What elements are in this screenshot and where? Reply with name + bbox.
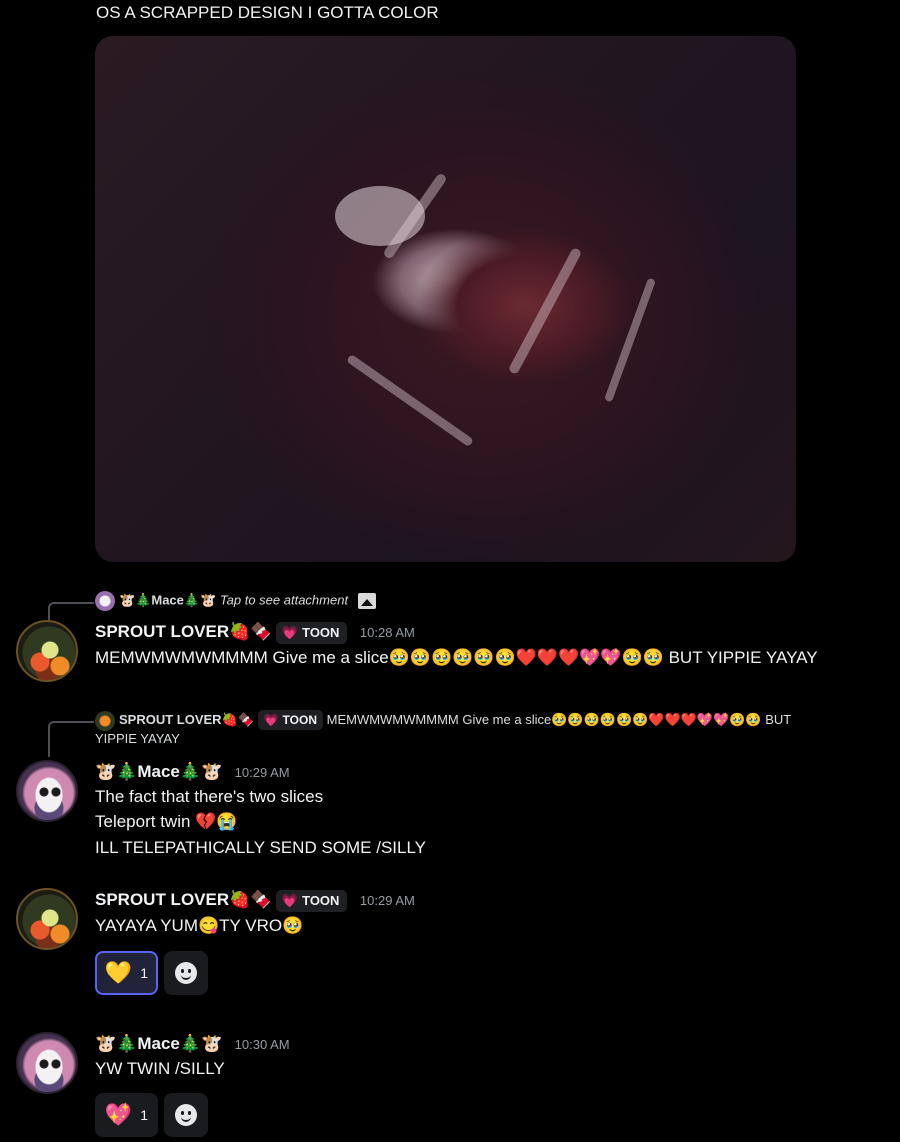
message-text: YAYAYA YUM😋TY VRO🥹 (95, 916, 304, 935)
reply-preview[interactable]: SPROUT LOVER🍓🍫 💗 TOON MEMWMWMWMMMM Give m… (95, 710, 791, 731)
reply-avatar (95, 710, 115, 731)
timestamp: 10:28 AM (359, 625, 415, 640)
reaction-yellow-heart[interactable]: 💛 1 (95, 951, 158, 995)
server-tag[interactable]: 💗 TOON (275, 622, 348, 644)
add-reaction-button[interactable] (164, 951, 208, 995)
reply-author: SPROUT LOVER🍓🍫 (119, 712, 254, 727)
message-line: The fact that there's two slices (95, 787, 324, 806)
timestamp: 10:29 AM (234, 765, 290, 780)
reaction-count: 1 (140, 1107, 149, 1123)
message-line: ILL TELEPATHICALLY SEND SOME /SILLY (95, 838, 427, 857)
reply-text: MEMWMWMWMMMM Give me a slice🥹🥹🥹🥹🥹🥹❤️❤️❤️… (326, 712, 792, 727)
reaction-sparkling-heart[interactable]: 💖 1 (95, 1093, 158, 1137)
reaction-count: 1 (140, 965, 149, 981)
message-text: OS A SCRAPPED DESIGN I GOTTA COLOR (96, 3, 439, 22)
username[interactable]: 🐮🎄Mace🎄🐮 (95, 1034, 222, 1053)
server-tag: 💗 TOON (257, 710, 323, 730)
server-tag[interactable]: 💗 TOON (275, 890, 348, 912)
reply-text-wrap: YIPPIE YAYAY (95, 731, 180, 746)
reply-author: 🐮🎄Mace🎄🐮 (119, 592, 217, 608)
yellow-heart-icon: 💛 (104, 960, 133, 985)
avatar[interactable] (16, 760, 78, 822)
heart-icon: 💗 (281, 893, 299, 908)
timestamp: 10:29 AM (359, 893, 415, 908)
avatar[interactable] (16, 1032, 78, 1094)
image-attachment[interactable] (95, 36, 796, 562)
reply-avatar (95, 591, 115, 611)
add-reaction-button[interactable] (164, 1093, 208, 1137)
username[interactable]: 🐮🎄Mace🎄🐮 (95, 762, 222, 781)
add-reaction-icon (175, 962, 197, 984)
message-text: MEMWMWMWMMMM Give me a slice🥹🥹🥹🥹🥹🥹❤️❤️❤️… (95, 648, 818, 667)
timestamp: 10:30 AM (234, 1037, 290, 1052)
message-text: YW TWIN /SILLY (95, 1059, 225, 1078)
reply-preview[interactable]: 🐮🎄Mace🎄🐮 Tap to see attachment (95, 591, 376, 611)
username[interactable]: SPROUT LOVER🍓🍫 (95, 890, 271, 909)
add-reaction-icon (175, 1104, 197, 1126)
username[interactable]: SPROUT LOVER🍓🍫 (95, 622, 271, 641)
image-icon (357, 593, 376, 609)
avatar[interactable] (16, 888, 78, 950)
heart-icon: 💗 (281, 625, 299, 640)
sparkling-heart-icon: 💖 (104, 1102, 133, 1127)
reply-text: Tap to see attachment (219, 592, 349, 608)
message-line: Teleport twin 💔😭 (95, 812, 238, 831)
avatar[interactable] (16, 620, 78, 682)
heart-icon: 💗 (263, 713, 279, 727)
